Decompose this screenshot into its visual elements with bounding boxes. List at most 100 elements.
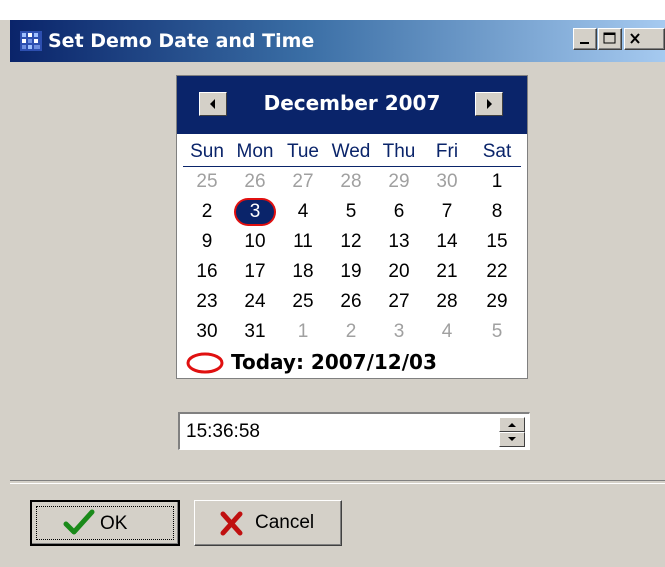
calendar-day-cell[interactable]: 10 <box>231 228 279 256</box>
day-number: 1 <box>491 171 503 192</box>
day-number: 23 <box>196 291 218 312</box>
calendar-day-cell[interactable]: 2 <box>327 318 375 346</box>
day-number: 4 <box>297 201 309 222</box>
calendar-day-cell[interactable]: 15 <box>473 228 521 256</box>
cancel-x-icon <box>220 511 243 536</box>
day-number: 28 <box>340 171 362 192</box>
ok-label: OK <box>100 513 128 534</box>
day-number: 11 <box>293 231 313 252</box>
calendar-day-cell[interactable]: 24 <box>231 288 279 316</box>
next-month-button[interactable] <box>475 92 503 116</box>
day-number: 12 <box>340 231 362 252</box>
day-number: 20 <box>388 261 410 282</box>
calendar-day-cell[interactable]: 11 <box>279 228 327 256</box>
day-number: 28 <box>436 291 458 312</box>
calendar-day-cell[interactable]: 17 <box>231 258 279 286</box>
day-number: 29 <box>486 291 508 312</box>
calendar-day-cell[interactable]: 19 <box>327 258 375 286</box>
day-number: 10 <box>244 231 266 252</box>
weekday-label: Sun <box>190 141 224 162</box>
arrow-down-icon <box>508 437 516 441</box>
calendar-day-cell[interactable]: 22 <box>473 258 521 286</box>
calendar-day-cell[interactable]: 1 <box>279 318 327 346</box>
day-number: 7 <box>441 201 453 222</box>
today-label: Today: 2007/12/03 <box>231 350 437 374</box>
triangle-right-icon <box>487 99 492 109</box>
calendar-day-cell[interactable]: 12 <box>327 228 375 256</box>
calendar-day-cell[interactable]: 25 <box>279 288 327 316</box>
close-button[interactable] <box>624 28 665 50</box>
calendar-day-cell[interactable]: 4 <box>279 198 327 226</box>
calendar-day-cell[interactable]: 29 <box>473 288 521 316</box>
selected-day-cell[interactable]: 3 <box>231 198 279 226</box>
calendar-day-cell[interactable]: 7 <box>423 198 471 226</box>
day-number: 8 <box>491 201 503 222</box>
arrow-up-icon <box>508 423 516 427</box>
time-spinner[interactable] <box>499 417 525 447</box>
calendar-day-cell[interactable]: 25 <box>183 168 231 196</box>
calendar-day-cell[interactable]: 28 <box>423 288 471 316</box>
calendar-day-cell[interactable]: 2 <box>183 198 231 226</box>
time-input[interactable]: 15:36:58 <box>186 420 260 444</box>
calendar-day-cell[interactable]: 29 <box>375 168 423 196</box>
day-number: 3 <box>236 200 274 224</box>
calendar-day-cell[interactable]: 16 <box>183 258 231 286</box>
calendar-day-cell[interactable]: 13 <box>375 228 423 256</box>
calendar-day-cell[interactable]: 20 <box>375 258 423 286</box>
calendar-day-cell[interactable]: 21 <box>423 258 471 286</box>
day-number: 16 <box>196 261 218 282</box>
maximize-button[interactable] <box>598 28 622 50</box>
month-calendar[interactable]: December 2007 Sun Mon Tue Wed Thu Fri Sa… <box>176 75 528 379</box>
day-number: 2 <box>201 201 213 222</box>
day-number: 25 <box>196 171 218 192</box>
checkmark-icon <box>63 509 95 535</box>
calendar-day-cell[interactable]: 23 <box>183 288 231 316</box>
title-bar[interactable]: Set Demo Date and Time <box>10 20 665 62</box>
dialog-client-area: December 2007 Sun Mon Tue Wed Thu Fri Sa… <box>10 62 665 567</box>
calendar-day-cell[interactable]: 14 <box>423 228 471 256</box>
day-number: 30 <box>196 321 218 342</box>
day-number: 4 <box>441 321 453 342</box>
calendar-day-cell[interactable]: 5 <box>327 198 375 226</box>
calendar-day-cell[interactable]: 28 <box>327 168 375 196</box>
calendar-day-cell[interactable]: 31 <box>231 318 279 346</box>
previous-month-button[interactable] <box>199 92 227 116</box>
weekday-label: Fri <box>435 141 459 162</box>
minimize-icon <box>580 42 589 44</box>
calendar-day-cell[interactable]: 26 <box>327 288 375 316</box>
day-number: 9 <box>201 231 213 252</box>
day-number: 22 <box>486 261 508 282</box>
day-number: 1 <box>297 321 309 342</box>
minimize-button[interactable] <box>573 28 597 50</box>
day-number: 18 <box>292 261 314 282</box>
calendar-day-cell[interactable]: 30 <box>423 168 471 196</box>
calendar-day-cell[interactable]: 4 <box>423 318 471 346</box>
calendar-day-cell[interactable]: 27 <box>279 168 327 196</box>
app-icon <box>20 31 42 51</box>
calendar-day-cell[interactable]: 9 <box>183 228 231 256</box>
cancel-button[interactable]: Cancel <box>194 500 342 546</box>
day-number: 5 <box>345 201 357 222</box>
calendar-day-cell[interactable]: 8 <box>473 198 521 226</box>
calendar-header: December 2007 <box>177 76 527 134</box>
month-title[interactable]: December 2007 <box>237 90 467 116</box>
calendar-day-cell[interactable]: 30 <box>183 318 231 346</box>
close-icon <box>630 33 640 44</box>
calendar-day-cell[interactable]: 6 <box>375 198 423 226</box>
ok-button[interactable]: OK <box>30 500 180 546</box>
spin-down-button[interactable] <box>499 432 525 447</box>
spin-up-button[interactable] <box>499 417 525 432</box>
calendar-day-cell[interactable]: 26 <box>231 168 279 196</box>
day-number: 27 <box>292 171 314 192</box>
today-link[interactable]: Today: 2007/12/03 <box>185 348 525 376</box>
time-picker[interactable]: 15:36:58 <box>178 412 530 450</box>
day-number: 21 <box>436 261 458 282</box>
calendar-day-cell[interactable]: 27 <box>375 288 423 316</box>
calendar-day-cell[interactable]: 18 <box>279 258 327 286</box>
day-number: 26 <box>340 291 362 312</box>
calendar-day-cell[interactable]: 1 <box>473 168 521 196</box>
calendar-day-cell[interactable]: 5 <box>473 318 521 346</box>
day-number: 24 <box>244 291 266 312</box>
calendar-day-cell[interactable]: 3 <box>375 318 423 346</box>
day-number: 14 <box>436 231 458 252</box>
